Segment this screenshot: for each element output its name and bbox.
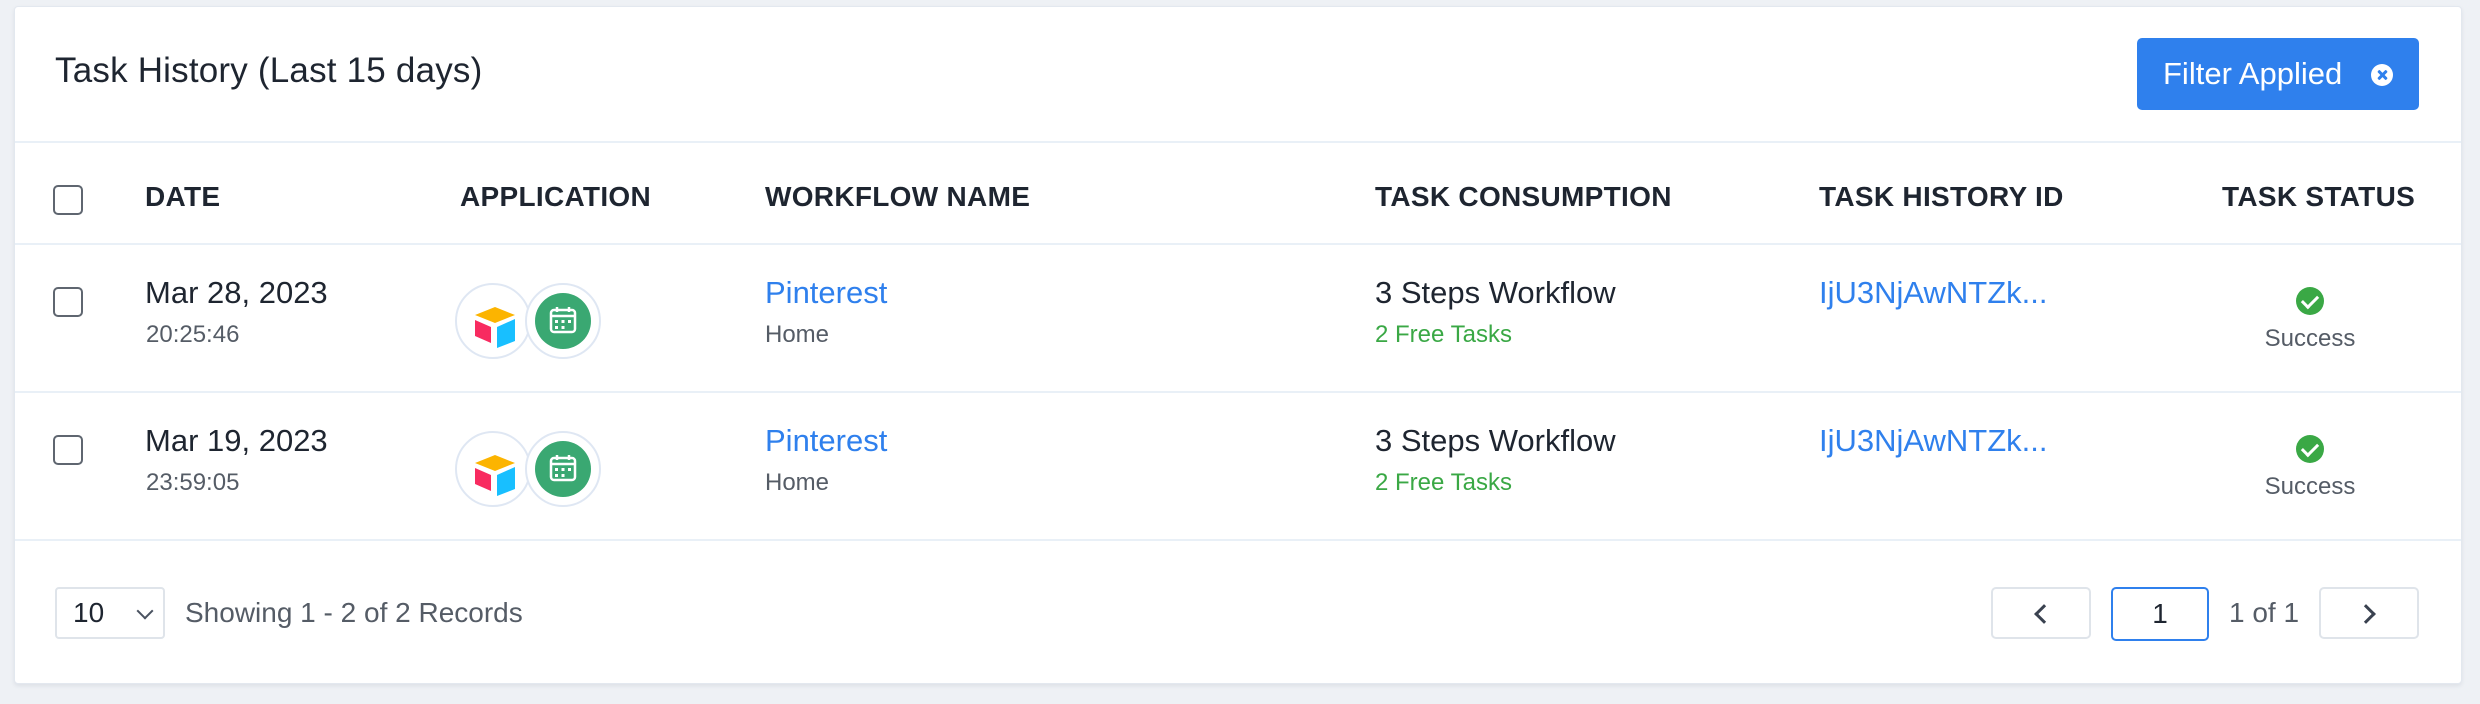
task-consumption: 3 Steps Workflow [1375,275,1616,310]
page-title: Task History (Last 15 days) [55,51,483,90]
workflow-folder: Home [765,469,830,496]
table-row[interactable]: Mar 28, 2023 20:25:46 Pinterest Home 3 S… [15,245,2461,393]
column-header-task-status: TASK STATUS [2222,181,2416,212]
row-date: Mar 19, 2023 [145,423,328,458]
next-page-button[interactable] [2319,587,2419,639]
column-header-task-history-id: TASK HISTORY ID [1819,181,2064,212]
workflow-name-link[interactable]: Pinterest [765,275,887,311]
select-all-checkbox[interactable] [53,185,83,215]
success-check-icon [2296,287,2324,315]
success-check-icon [2296,435,2324,463]
table-header: DATE APPLICATION WORKFLOW NAME TASK CONS… [15,143,2461,245]
row-time: 23:59:05 [146,469,240,496]
page-size-select[interactable]: 10 [55,587,165,639]
row-checkbox[interactable] [53,287,83,317]
row-date: Mar 28, 2023 [145,275,328,310]
task-consumption: 3 Steps Workflow [1375,423,1616,458]
row-time: 20:25:46 [146,321,240,348]
column-header-task-consumption: TASK CONSUMPTION [1375,181,1672,212]
calendar-icon [525,283,601,359]
page-of-text: 1 of 1 [2229,597,2300,628]
filter-button-label: Filter Applied [2163,56,2343,91]
task-history-card: Task History (Last 15 days) Filter Appli… [14,6,2462,684]
calendar-icon [525,431,601,507]
task-history-id-link[interactable]: IjU3NjAwNTZk... [1819,275,2048,311]
records-count-text: Showing 1 - 2 of 2 Records [185,597,523,628]
table-row[interactable]: Mar 19, 2023 23:59:05 Pinterest Home 3 S… [15,393,2461,541]
column-header-date: DATE [145,181,221,212]
card-header: Task History (Last 15 days) Filter Appli… [15,7,2461,143]
column-header-application: APPLICATION [460,181,652,212]
chevron-down-icon [136,602,154,620]
free-tasks-label: 2 Free Tasks [1375,321,1512,348]
workflow-folder: Home [765,321,830,348]
page-size-value: 10 [73,597,105,628]
airtable-icon [455,431,531,507]
workflow-name-link[interactable]: Pinterest [765,423,887,459]
task-history-id-link[interactable]: IjU3NjAwNTZk... [1819,423,2048,459]
previous-page-button[interactable] [1991,587,2091,639]
filter-applied-button[interactable]: Filter Applied [2137,38,2419,110]
status-label: Success [2264,325,2356,352]
column-header-workflow-name: WORKFLOW NAME [765,181,1031,212]
status-label: Success [2264,473,2356,500]
row-checkbox[interactable] [53,435,83,465]
airtable-icon [455,283,531,359]
chevron-left-icon [2034,604,2054,624]
free-tasks-label: 2 Free Tasks [1375,469,1512,496]
clear-filter-icon[interactable] [2371,64,2393,86]
table-footer: 10 Showing 1 - 2 of 2 Records 1 1 of 1 [15,543,2461,683]
page-number-input[interactable]: 1 [2111,587,2209,641]
chevron-right-icon [2356,604,2376,624]
